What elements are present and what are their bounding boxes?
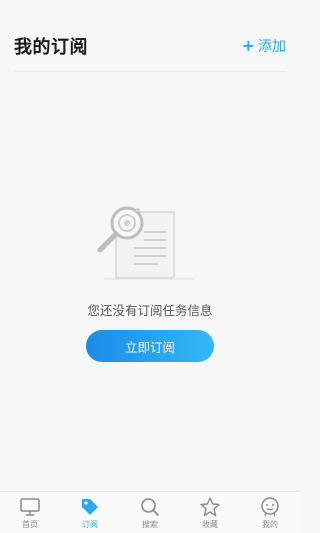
profile-icon	[261, 497, 279, 517]
header-divider	[14, 71, 286, 72]
page-title: 我的订阅	[14, 37, 88, 58]
tag-icon	[82, 499, 98, 515]
star-icon	[200, 497, 220, 517]
tab-label: 首页	[22, 520, 38, 529]
tab-profile[interactable]: 我的	[240, 492, 300, 533]
tab-favorites[interactable]: 收藏	[180, 492, 240, 533]
monitor-icon	[20, 498, 40, 516]
bottom-tab-bar: 首页 订阅 搜索 收藏 我的	[0, 491, 300, 533]
empty-message: 您还没有订阅任务信息	[87, 303, 213, 318]
search-document-icon	[97, 206, 194, 280]
tab-search[interactable]: 搜索	[120, 492, 180, 533]
subscribe-now-button[interactable]: 立即订阅	[86, 330, 214, 362]
tab-label: 我的	[262, 520, 278, 529]
search-icon	[141, 498, 159, 516]
plus-icon: +	[241, 36, 255, 55]
add-subscription-button[interactable]: + 添加	[242, 36, 286, 56]
header: 我的订阅 + 添加	[0, 0, 300, 72]
tab-home[interactable]: 首页	[0, 492, 60, 533]
tab-subscribe[interactable]: 订阅	[60, 492, 120, 533]
tab-label: 收藏	[202, 520, 218, 529]
add-label: 添加	[258, 39, 286, 55]
tab-label: 订阅	[82, 520, 98, 529]
tab-label: 搜索	[142, 520, 158, 529]
